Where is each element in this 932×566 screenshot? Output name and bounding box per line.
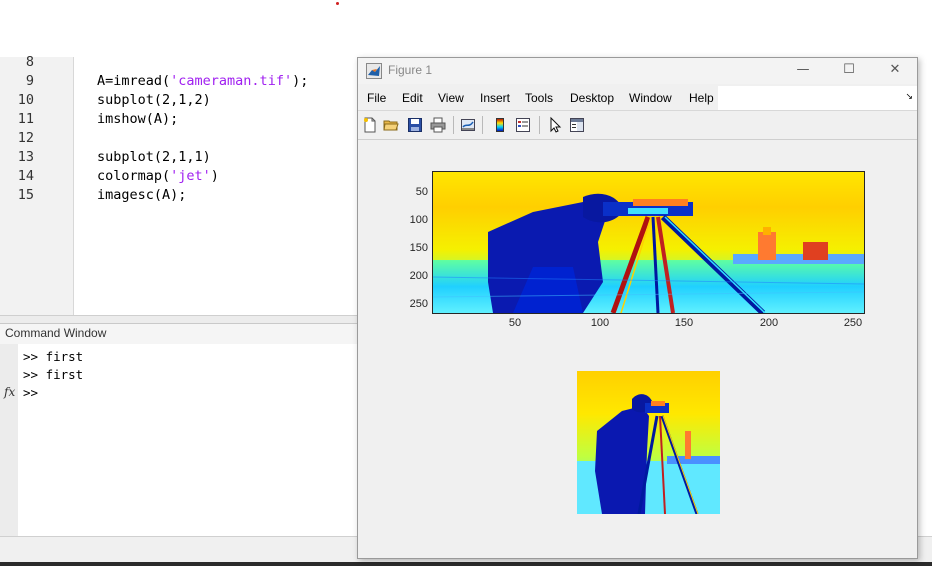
command-history-line: >> first [23, 367, 84, 382]
command-prompt[interactable]: >> [23, 385, 38, 400]
stray-red-dot [336, 2, 339, 5]
toolbar-separator [539, 116, 540, 134]
new-figure-icon[interactable] [361, 116, 379, 134]
link-plot-icon[interactable] [459, 116, 477, 134]
command-history-line: >> first [23, 349, 84, 364]
property-inspector-icon[interactable] [568, 116, 586, 134]
figure-title: Figure 1 [388, 63, 433, 77]
fx-icon[interactable]: fx [4, 385, 15, 399]
y-tick-label: 100 [409, 214, 428, 226]
minimize-button[interactable]: — [780, 58, 826, 84]
jet-cameraman-image [433, 172, 864, 313]
line-number: 12 [17, 130, 34, 146]
y-tick-label: 150 [409, 242, 428, 254]
line-number: 8 [25, 54, 34, 70]
command-window-gutter [0, 344, 18, 536]
print-icon[interactable] [429, 116, 447, 134]
x-tick-label: 250 [843, 317, 863, 329]
close-button[interactable]: ✕ [872, 58, 918, 84]
figure-toolbar [358, 110, 917, 140]
menu-edit[interactable]: Edit [402, 91, 423, 105]
menu-help[interactable]: Help [689, 91, 714, 105]
x-tick-label: 200 [759, 317, 779, 329]
menu-tools[interactable]: Tools [525, 91, 553, 105]
command-window-title: Command Window [5, 326, 107, 340]
toolbar-separator [453, 116, 454, 134]
command-window[interactable]: fx >> first >> first >> [0, 344, 358, 536]
edit-plot-icon[interactable] [546, 116, 564, 134]
line-number: 15 [17, 187, 34, 203]
x-tick-label: 100 [590, 317, 610, 329]
line-number: 11 [17, 111, 34, 127]
code-editor[interactable]: 8 9 A=imread('cameraman.tif'); 10 subplo… [0, 54, 358, 315]
code-text: A=imread('cameraman.tif'); [97, 73, 309, 89]
insert-colorbar-icon[interactable] [491, 116, 509, 134]
matlab-logo-icon [366, 63, 382, 79]
menu-view[interactable]: View [438, 91, 464, 105]
taskbar-edge [0, 562, 932, 566]
line-number: 10 [17, 92, 34, 108]
imagesc-axes[interactable] [432, 171, 865, 314]
line-number: 13 [17, 149, 34, 165]
menubar-empty-area: ↘ [718, 86, 917, 110]
imshow-axes[interactable] [577, 371, 720, 514]
figure-window[interactable]: Figure 1 — ☐ ✕ File Edit View Insert Too… [357, 57, 918, 559]
jet-cameraman-thumbnail [577, 371, 720, 514]
figure-titlebar[interactable]: Figure 1 — ☐ ✕ [358, 58, 917, 84]
y-tick-label: 250 [409, 298, 428, 310]
menu-insert[interactable]: Insert [480, 91, 510, 105]
save-icon[interactable] [406, 116, 424, 134]
code-text: subplot(2,1,1) [97, 149, 211, 165]
toolbar-separator [482, 116, 483, 134]
x-tick-label: 50 [508, 317, 522, 329]
insert-legend-icon[interactable] [514, 116, 532, 134]
y-tick-label: 200 [409, 270, 428, 282]
menu-desktop[interactable]: Desktop [570, 91, 614, 105]
code-text: imshow(A); [97, 111, 179, 127]
dock-arrow-icon[interactable]: ↘ [905, 92, 913, 102]
menu-window[interactable]: Window [629, 91, 672, 105]
open-file-icon[interactable] [382, 116, 400, 134]
figure-canvas[interactable]: 50 100 150 200 250 50 100 150 200 250 [358, 140, 917, 558]
string-literal: 'jet' [170, 168, 211, 184]
code-text: imagesc(A); [97, 187, 187, 203]
maximize-button[interactable]: ☐ [826, 58, 872, 84]
code-text: colormap('jet') [97, 168, 219, 184]
menu-group: File Edit View Insert Tools Desktop Wind… [358, 86, 714, 110]
string-literal: 'cameraman.tif' [170, 73, 293, 89]
command-window-header[interactable]: Command Window [0, 323, 358, 345]
y-tick-label: 50 [415, 186, 428, 198]
x-tick-label: 150 [674, 317, 694, 329]
figure-menubar: File Edit View Insert Tools Desktop Wind… [358, 86, 917, 110]
line-number: 14 [17, 168, 34, 184]
code-text: subplot(2,1,2) [97, 92, 211, 108]
line-number: 9 [25, 73, 34, 89]
menu-file[interactable]: File [367, 91, 386, 105]
